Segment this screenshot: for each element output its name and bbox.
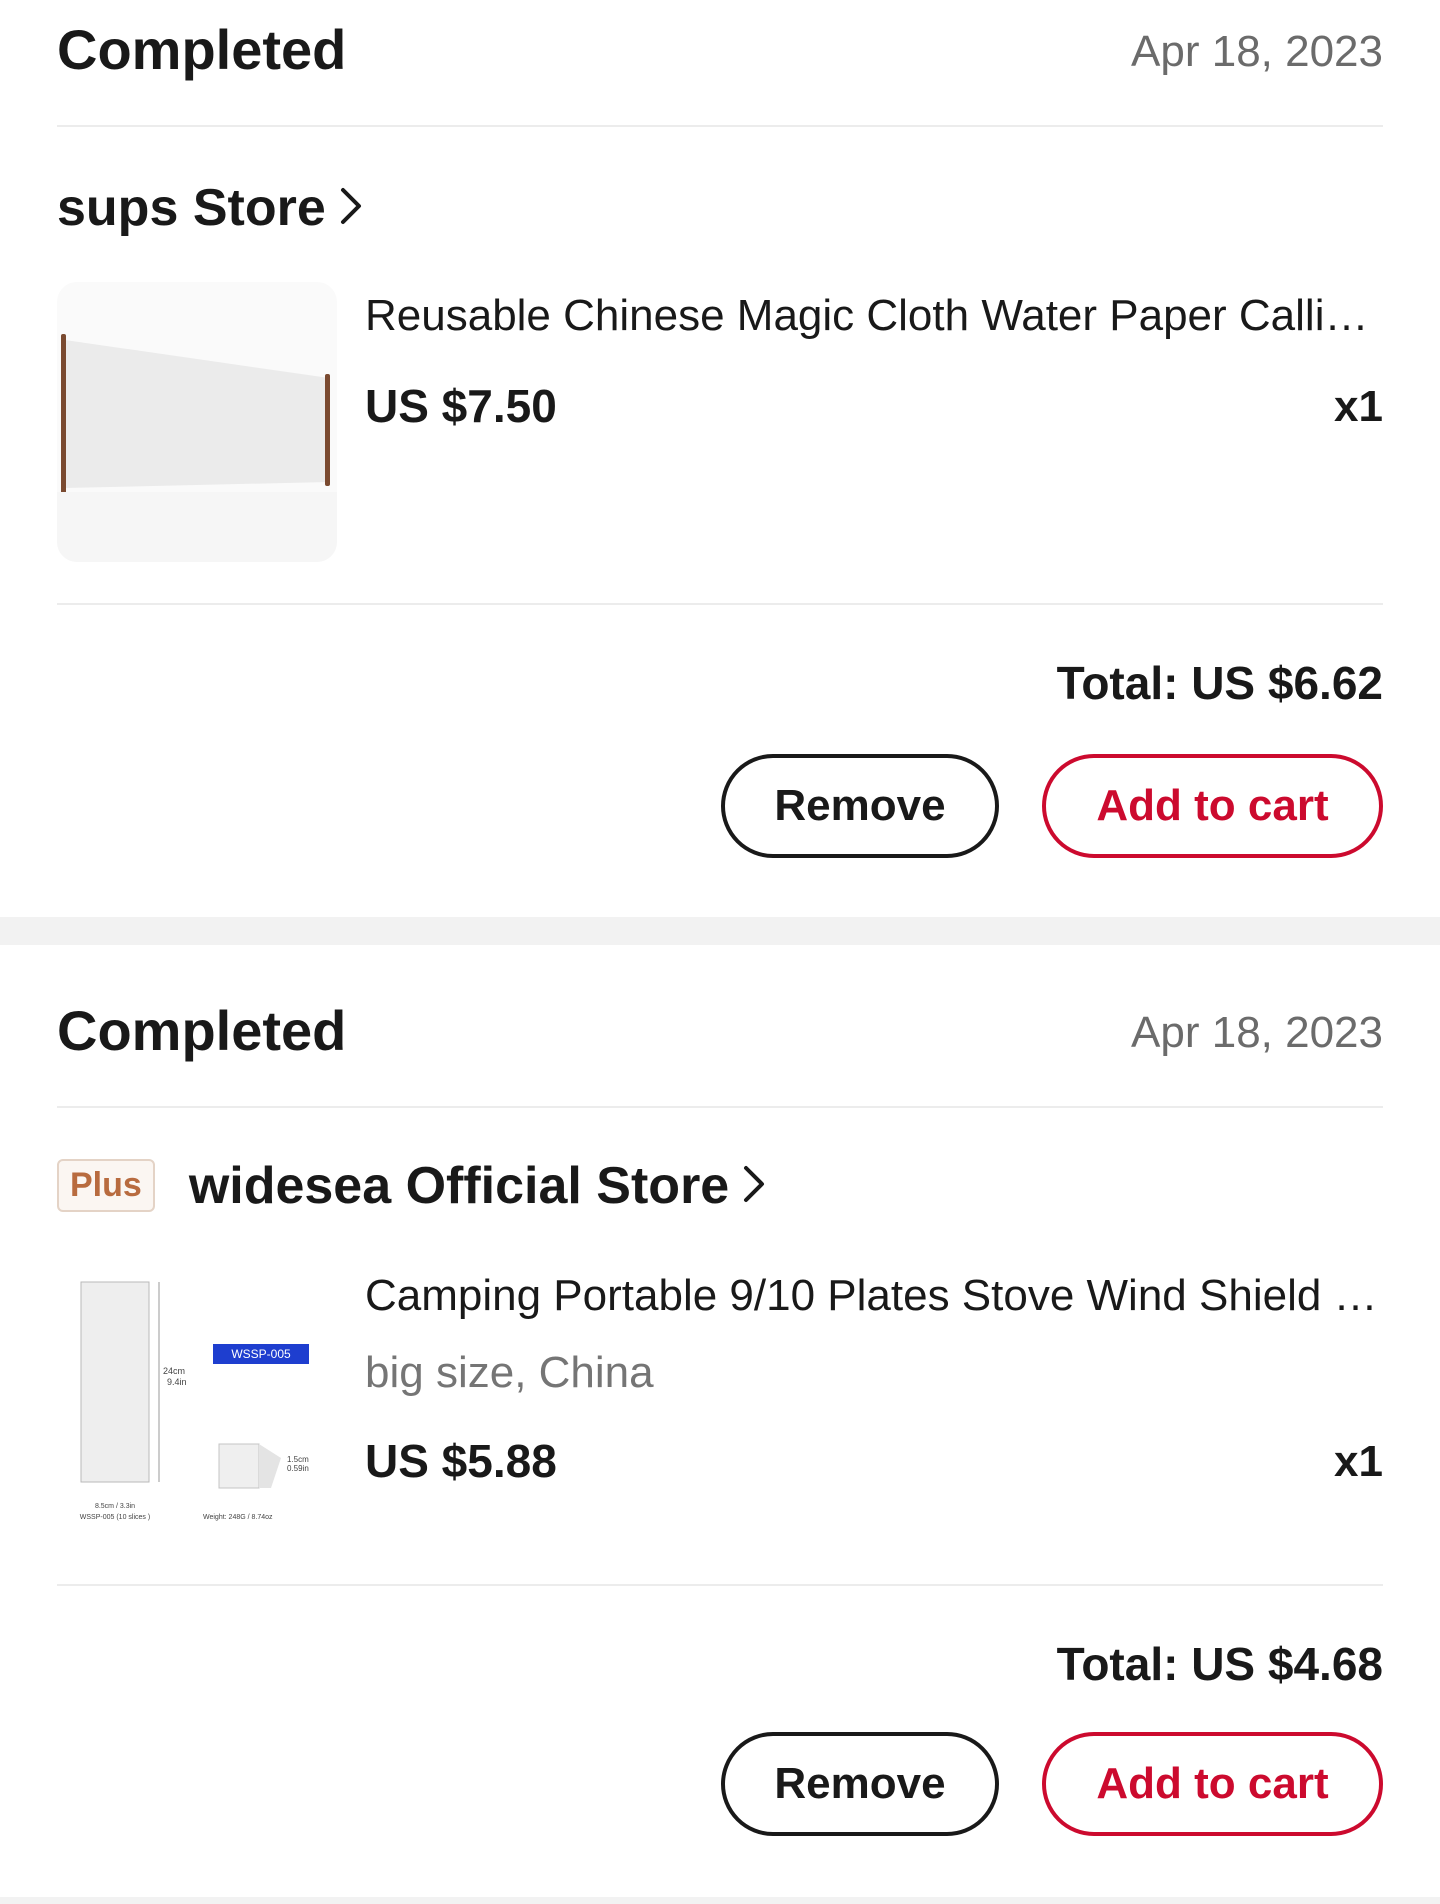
divider <box>57 125 1383 127</box>
product-price: US $5.88 <box>365 1435 557 1487</box>
divider <box>57 1584 1383 1586</box>
image-depth-inch-label: 0.59in <box>287 1464 309 1473</box>
image-height-inch-label: 9.4in <box>167 1377 187 1387</box>
store-name: sups Store <box>57 179 326 237</box>
product-title[interactable]: Camping Portable 9/10 Plates Stove Wind … <box>365 1270 1383 1323</box>
add-to-cart-button[interactable]: Add to cart <box>1042 1732 1383 1836</box>
product-image[interactable]: WSSP-005 24cm 9.4in 1.5cm 0.59in 8.5cm /… <box>57 1262 337 1542</box>
product-quantity: x1 <box>1334 382 1383 431</box>
image-slices-label: WSSP-005 (10 slices ) <box>80 1514 150 1521</box>
plus-badge: Plus <box>57 1159 155 1213</box>
order-card: Completed Apr 18, 2023 Plus widesea Offi… <box>0 945 1440 1897</box>
product-quantity: x1 <box>1334 1437 1383 1486</box>
order-total: Total: US $6.62 <box>1056 657 1383 709</box>
remove-button[interactable]: Remove <box>721 754 999 858</box>
product-variant: big size, China <box>365 1348 654 1397</box>
order-status: Completed <box>57 999 347 1062</box>
order-card: Completed Apr 18, 2023 sups Store Reusab… <box>0 0 1440 917</box>
remove-button[interactable]: Remove <box>721 1732 999 1836</box>
product-price: US $7.50 <box>365 380 557 432</box>
divider <box>57 603 1383 605</box>
chevron-right-icon <box>741 1163 767 1209</box>
order-date: Apr 18, 2023 <box>1131 1008 1383 1057</box>
chevron-right-icon <box>338 185 364 231</box>
product-title[interactable]: Reusable Chinese Magic Cloth Water Paper… <box>365 290 1383 343</box>
image-width-label: 8.5cm / 3.3in <box>95 1503 135 1510</box>
order-date: Apr 18, 2023 <box>1131 27 1383 76</box>
order-status: Completed <box>57 18 347 81</box>
order-total: Total: US $4.68 <box>1056 1638 1383 1690</box>
image-weight-label: Weight: 248G / 8.74oz <box>203 1514 273 1521</box>
product-image[interactable] <box>57 282 337 562</box>
add-to-cart-button[interactable]: Add to cart <box>1042 754 1383 858</box>
divider <box>57 1106 1383 1108</box>
image-height-label: 24cm <box>163 1366 185 1376</box>
store-link[interactable]: sups Store <box>57 182 364 234</box>
image-model-label: WSSP-005 <box>231 1347 291 1361</box>
image-depth-label: 1.5cm <box>287 1455 309 1464</box>
store-name: widesea Official Store <box>188 1156 730 1215</box>
store-link[interactable]: Plus widesea Official Store <box>57 1156 767 1215</box>
